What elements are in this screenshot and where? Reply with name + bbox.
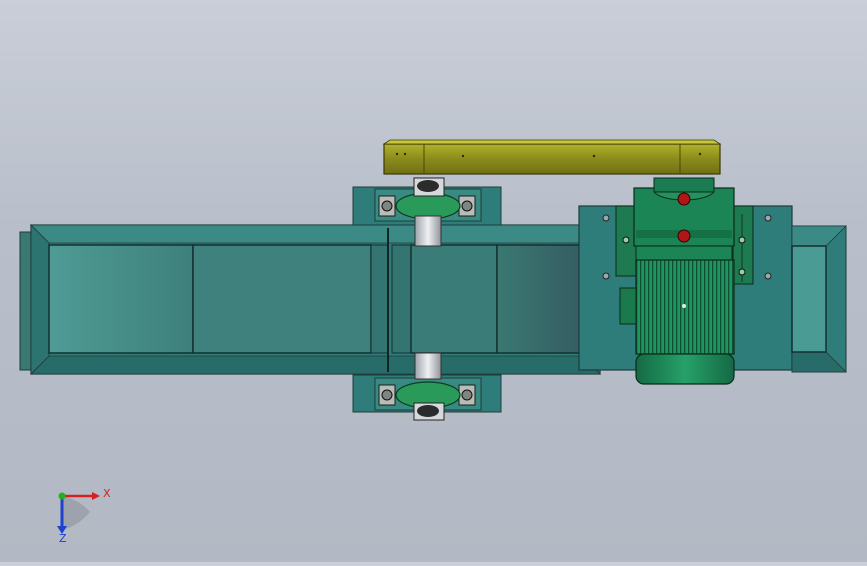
axis-x-label: X: [103, 487, 111, 500]
belt-guard[interactable]: [382, 139, 722, 175]
model-canvas[interactable]: X Z: [0, 0, 867, 562]
trough-panel-1: [48, 244, 194, 354]
gear-motor[interactable]: [615, 177, 754, 385]
axis-y-dot: [58, 492, 66, 500]
axis-z-label: Z: [59, 532, 67, 545]
trough-panel-4: [496, 244, 583, 354]
oil-plug-icon: [677, 192, 691, 206]
terminal-box: [619, 287, 637, 325]
trough-panel-3: [410, 244, 498, 354]
trough-panel-2: [192, 244, 372, 354]
coordinate-triad-icon: X Z: [57, 487, 111, 545]
bearing-bottom[interactable]: [352, 374, 502, 421]
trough-divider: [370, 244, 389, 354]
oil-plug-icon: [677, 229, 691, 243]
conveyor-trough[interactable]: [19, 224, 601, 375]
cad-viewport[interactable]: X Z: [0, 0, 867, 562]
